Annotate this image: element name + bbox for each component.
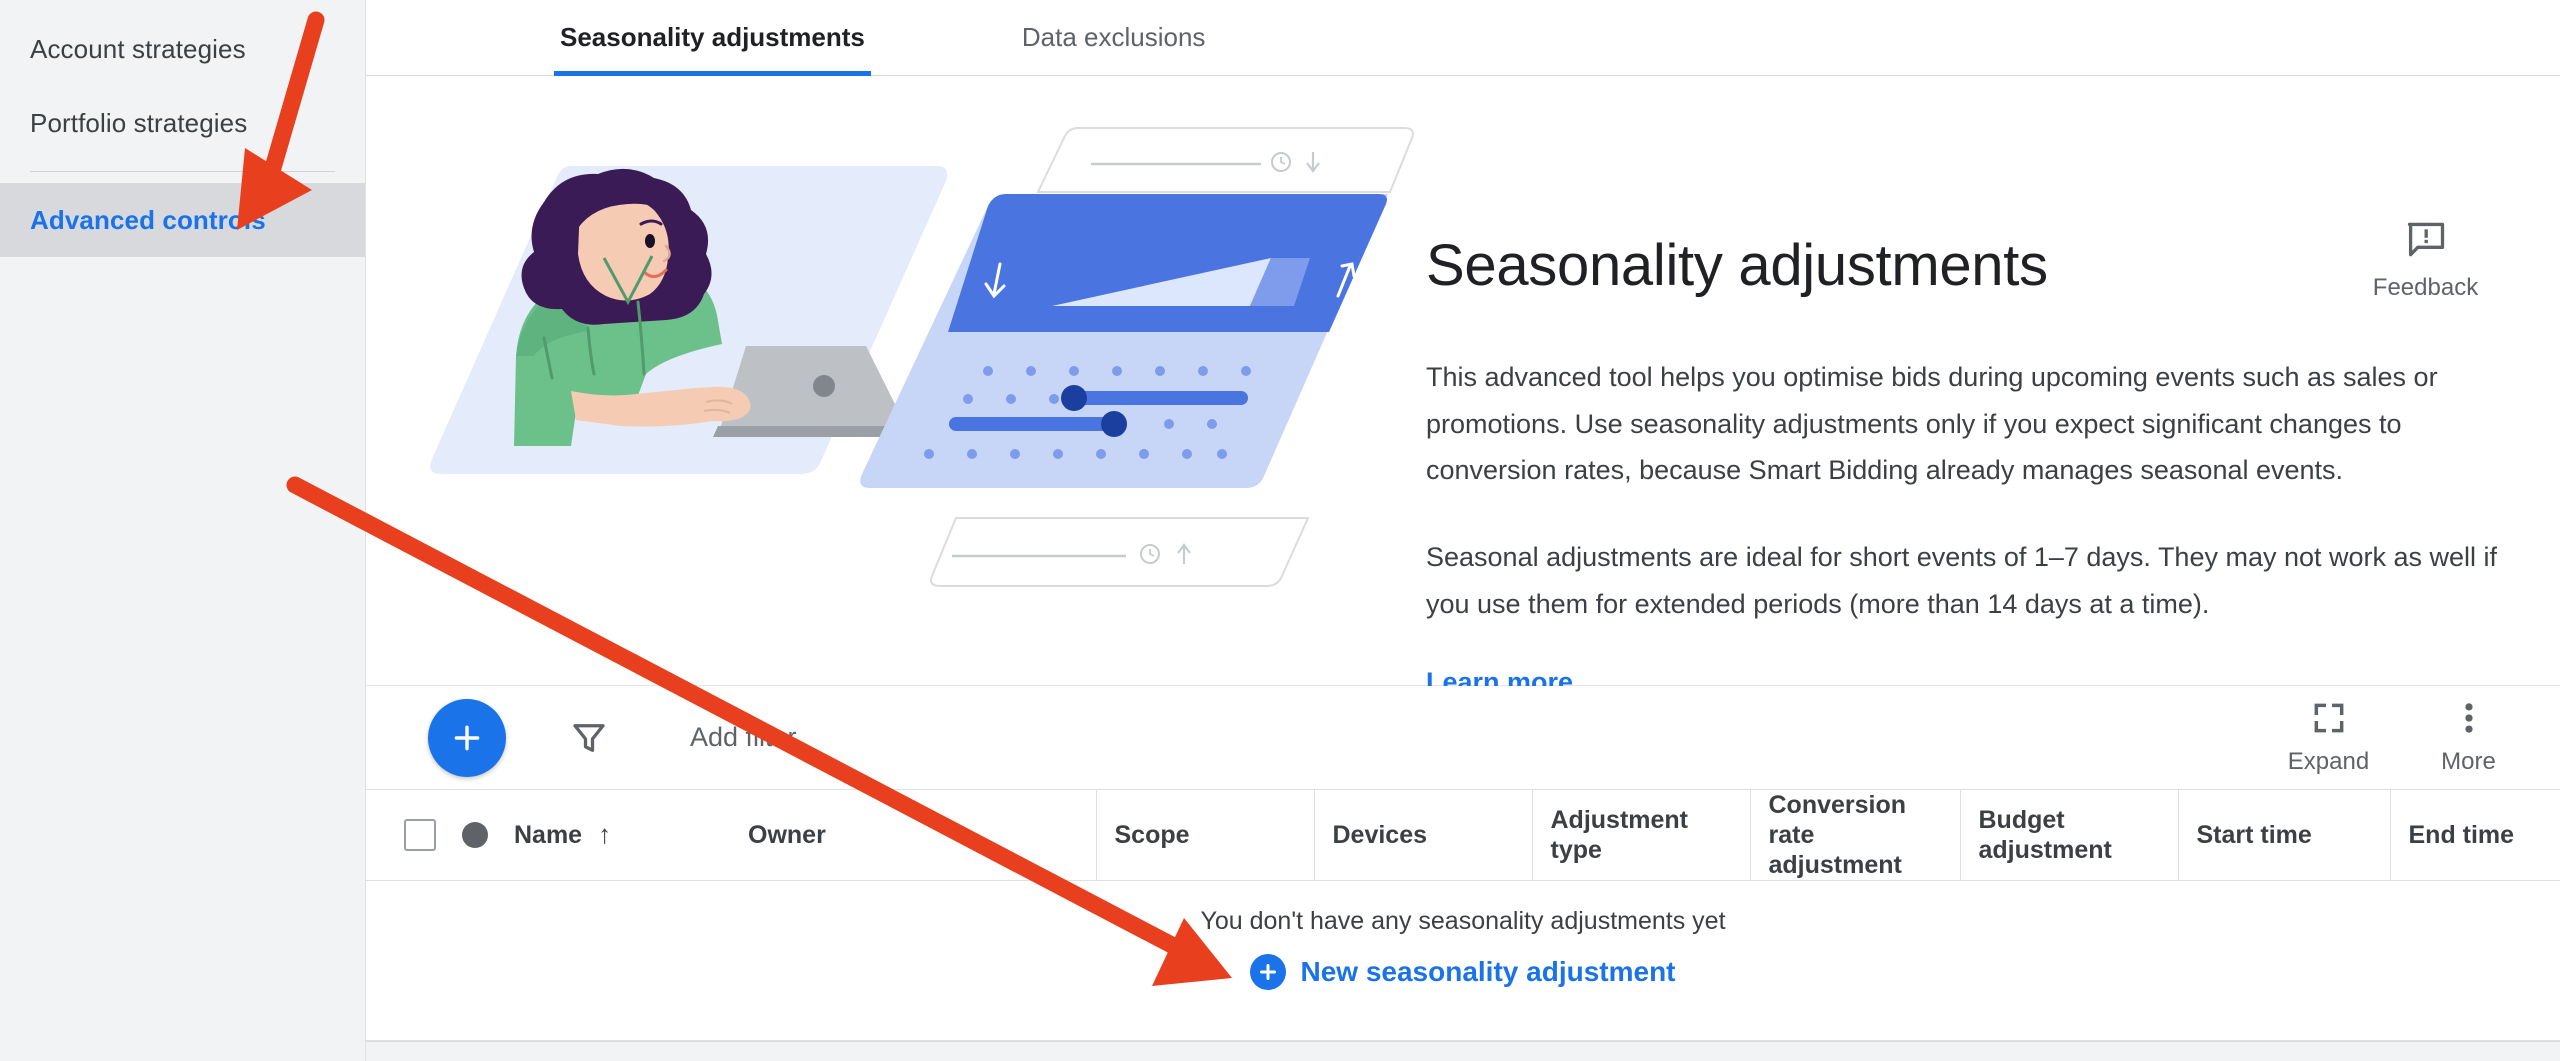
feedback-label: Feedback — [2372, 274, 2479, 301]
hero-section: Seasonality adjustments This advanced to… — [366, 76, 2560, 698]
column-header-owner[interactable]: Owner — [730, 790, 1097, 881]
expand-label: Expand — [2287, 748, 2370, 775]
column-header-end-time[interactable]: End time — [2390, 790, 2560, 881]
more-label: More — [2441, 748, 2496, 775]
tab-label: Data exclusions — [1021, 22, 1206, 52]
column-label: Conversion rate adjustment — [1768, 791, 1907, 879]
new-seasonality-adjustment-label: New seasonality adjustment — [1300, 956, 1676, 987]
column-header-name[interactable]: Name ↑ — [366, 790, 730, 881]
add-button[interactable] — [428, 698, 506, 777]
card-main — [860, 194, 1388, 488]
column-header-conversion-rate-adjustment[interactable]: Conversion rate adjustment — [1750, 790, 1961, 881]
column-label: Devices — [1332, 821, 1428, 849]
plus-icon — [454, 725, 480, 750]
adjustments-table: Name ↑ Owner Scope Devices Adjustment ty… — [366, 790, 2560, 1041]
sidebar-item-account-strategies[interactable]: Account strategies — [0, 12, 365, 86]
funnel-icon — [573, 723, 605, 752]
feedback-button[interactable]: Feedback — [2361, 218, 2491, 302]
column-header-devices[interactable]: Devices — [1314, 790, 1533, 881]
empty-state-cell: You don't have any seasonality adjustmen… — [366, 880, 2560, 1041]
new-seasonality-adjustment-button[interactable]: New seasonality adjustment — [1250, 954, 1676, 990]
page-title: Seasonality adjustments — [1426, 233, 2048, 298]
hero-paragraph-2: Seasonal adjustments are ideal for short… — [1426, 541, 2498, 619]
column-label: Name — [514, 821, 583, 849]
laptop — [713, 346, 914, 437]
select-all-checkbox[interactable] — [404, 819, 436, 851]
card-bottom — [930, 517, 1310, 587]
hero-text-block: Seasonality adjustments This advanced to… — [1426, 106, 2560, 698]
filter-button[interactable] — [568, 717, 610, 759]
column-label: Start time — [2196, 821, 2312, 849]
main-content: Seasonality adjustments Data exclusions — [366, 0, 2560, 1061]
tab-seasonality-adjustments[interactable]: Seasonality adjustments — [554, 0, 871, 76]
column-header-adjustment-type[interactable]: Adjustment type — [1532, 790, 1751, 881]
tab-data-exclusions[interactable]: Data exclusions — [1016, 0, 1212, 75]
add-filter-button[interactable]: Add filter — [690, 722, 797, 753]
sidebar-item-portfolio-strategies[interactable]: Portfolio strategies — [0, 86, 365, 160]
add-filter-label: Add filter — [690, 722, 797, 752]
table-toolbar: Add filter Expand More — [366, 686, 2560, 790]
expand-button[interactable]: Expand — [2259, 699, 2399, 776]
sidebar-item-label: Portfolio strategies — [30, 107, 248, 138]
hero-illustration — [366, 106, 1426, 626]
seasonality-illustration-svg — [430, 127, 1414, 587]
more-button[interactable]: More — [2399, 699, 2539, 776]
column-label: End time — [2408, 821, 2515, 849]
toolbar-right-group: Expand More — [2259, 699, 2560, 776]
sidebar-item-label: Account strategies — [30, 33, 246, 64]
table-empty-row: You don't have any seasonality adjustmen… — [366, 880, 2560, 1041]
more-vertical-icon — [2464, 703, 2473, 733]
table-footer-area — [366, 1041, 2560, 1061]
empty-state-message: You don't have any seasonality adjustmen… — [1200, 907, 1726, 935]
sidebar-item-advanced-controls[interactable]: Advanced controls — [0, 183, 365, 257]
column-label: Owner — [748, 821, 826, 849]
sidebar: Account strategies Portfolio strategies … — [0, 0, 366, 1061]
status-dot-icon — [462, 822, 488, 848]
plus-icon — [1250, 954, 1287, 990]
column-header-budget-adjustment[interactable]: Budget adjustment — [1960, 790, 2179, 881]
sidebar-item-label: Advanced controls — [30, 204, 266, 235]
column-header-start-time[interactable]: Start time — [2178, 790, 2391, 881]
column-label: Adjustment type — [1550, 806, 1689, 864]
expand-icon — [2314, 703, 2343, 733]
tab-bar: Seasonality adjustments Data exclusions — [366, 0, 2560, 76]
column-label: Budget adjustment — [1978, 806, 2112, 864]
sort-ascending-icon[interactable]: ↑ — [598, 819, 611, 850]
hero-paragraph-1: This advanced tool helps you optimise bi… — [1426, 361, 2438, 486]
column-header-scope[interactable]: Scope — [1096, 790, 1315, 881]
tab-label: Seasonality adjustments — [560, 22, 865, 52]
card-top — [1036, 127, 1414, 193]
feedback-speech-bubble-icon — [2407, 222, 2444, 257]
app-root: Account strategies Portfolio strategies … — [0, 0, 2560, 1061]
sidebar-divider — [30, 171, 335, 172]
table-header-row: Name ↑ Owner Scope Devices Adjustment ty… — [366, 790, 2560, 881]
column-label: Scope — [1114, 821, 1190, 849]
